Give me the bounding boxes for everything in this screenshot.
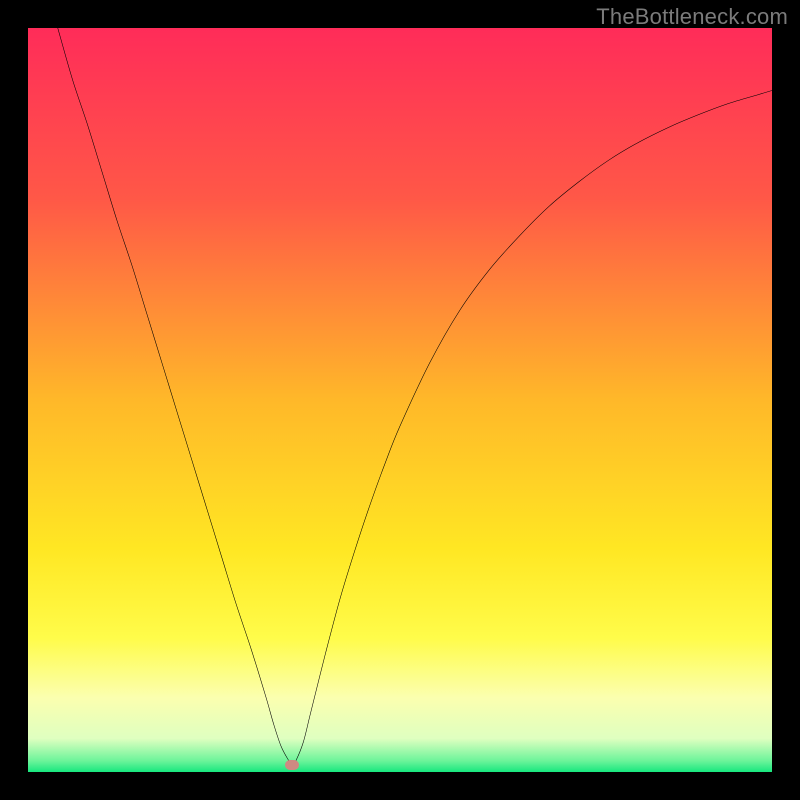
watermark-text: TheBottleneck.com: [596, 4, 788, 30]
bottleneck-curve: [28, 28, 772, 772]
optimal-point-marker: [285, 760, 299, 770]
chart-frame: TheBottleneck.com: [0, 0, 800, 800]
plot-area: [28, 28, 772, 772]
